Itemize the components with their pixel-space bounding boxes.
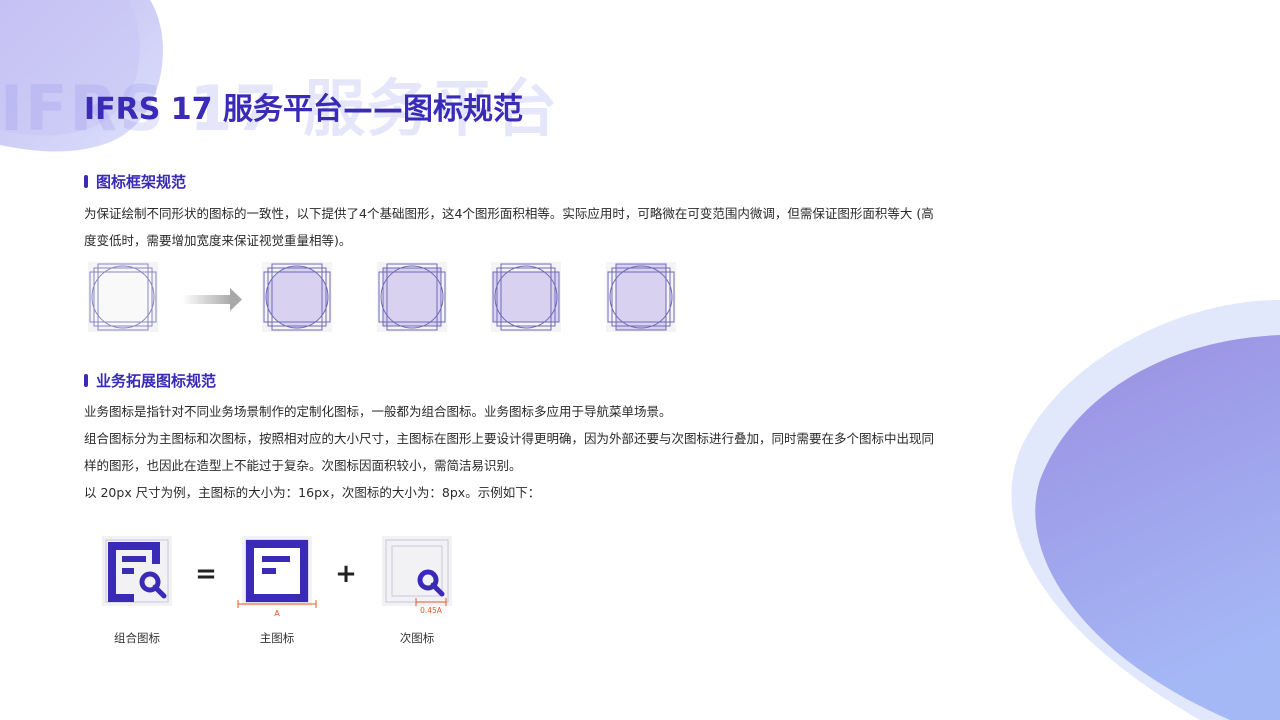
arrow-icon (182, 288, 242, 311)
frame-circle (262, 262, 332, 332)
section-marker (84, 374, 88, 387)
section-heading-text: 业务拓展图标规范 (96, 372, 217, 390)
frame-horizontal-rect (491, 262, 561, 332)
section-heading-frame: 图标框架规范 (84, 171, 186, 192)
main-icon: A (237, 536, 317, 618)
combo-icon (102, 536, 172, 606)
measure-label-secondary: 0.45A (420, 606, 443, 615)
section-heading-business: 业务拓展图标规范 (84, 370, 216, 391)
label-main-icon: 主图标 (259, 631, 295, 645)
frame-vertical-rect (606, 262, 676, 332)
base-shape-frames (88, 262, 676, 332)
business-line-3: 以 20px 尺寸为例，主图标的大小为：16px，次图标的大小为：8px。示例如… (84, 485, 541, 500)
plus-sign: + (335, 559, 357, 589)
section-business-description: 业务图标是指针对不同业务场景制作的定制化图标，一般都为组合图标。业务图标多应用于… (84, 398, 934, 506)
icon-composition-example: = A + 0.45A (102, 536, 452, 618)
section-marker (84, 175, 88, 188)
section-frame-description: 为保证绘制不同形状的图标的一致性，以下提供了4个基础图形，这4个图形面积相等。实… (84, 206, 934, 248)
equals-sign: = (195, 559, 217, 589)
label-secondary-icon: 次图标 (399, 631, 435, 645)
business-line-2: 组合图标分为主图标和次图标，按照相对应的大小尺寸，主图标在图形上要设计得更明确，… (84, 431, 935, 473)
section-heading-text: 图标框架规范 (96, 173, 187, 191)
page-title: IFRS 17 服务平台——图标规范 (84, 92, 523, 127)
label-combo-icon: 组合图标 (114, 631, 160, 645)
frame-grid-empty (88, 262, 158, 332)
frame-square (377, 262, 447, 332)
secondary-icon: 0.45A (382, 536, 452, 615)
measure-label-main: A (274, 609, 280, 618)
business-line-1: 业务图标是指针对不同业务场景制作的定制化图标，一般都为组合图标。业务图标多应用于… (84, 404, 672, 419)
